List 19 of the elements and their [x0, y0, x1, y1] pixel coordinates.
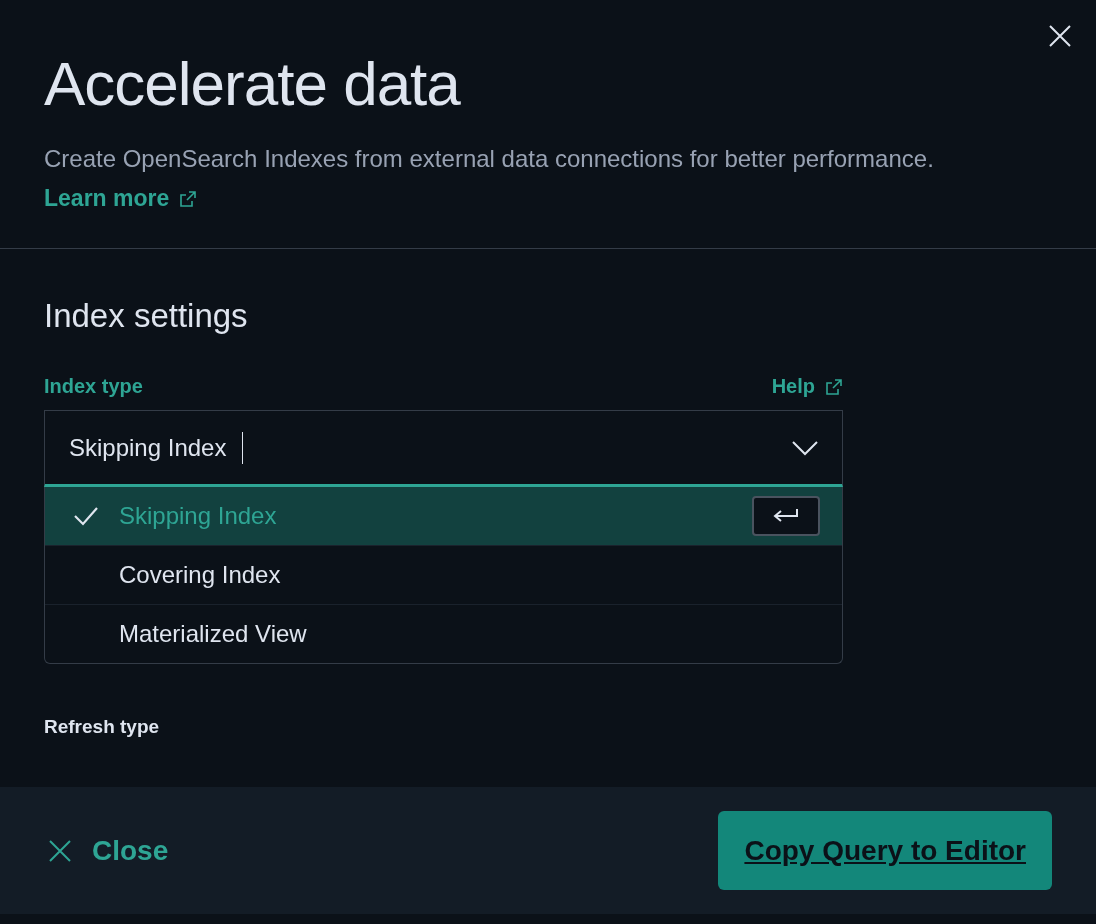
help-link[interactable]: Help [771, 375, 843, 398]
field-label: Refresh type [44, 716, 161, 738]
close-button[interactable]: Close [48, 834, 169, 867]
checkmark-icon [73, 506, 99, 526]
copy-query-button[interactable]: Copy Query to Editor [718, 811, 1052, 890]
section-heading: Index settings [44, 297, 249, 335]
learn-more-link[interactable]: Learn more [44, 185, 198, 212]
chevron-down-icon [792, 439, 818, 456]
flyout-title: Accelerate data [44, 48, 462, 119]
index-type-combobox[interactable]: Skipping Index [44, 410, 843, 487]
field-label: Index type [44, 375, 143, 398]
external-link-icon [825, 377, 843, 396]
dropdown-option[interactable]: Materialized View [45, 605, 842, 663]
enter-key-icon [752, 496, 820, 536]
external-link-icon [179, 189, 198, 208]
close-icon [48, 838, 72, 863]
description-text: Create OpenSearch Indexes from external data connections for better performance. [44, 145, 935, 173]
dropdown-option[interactable]: Covering Index [45, 546, 842, 605]
dropdown-option[interactable]: Skipping Index [45, 487, 842, 546]
